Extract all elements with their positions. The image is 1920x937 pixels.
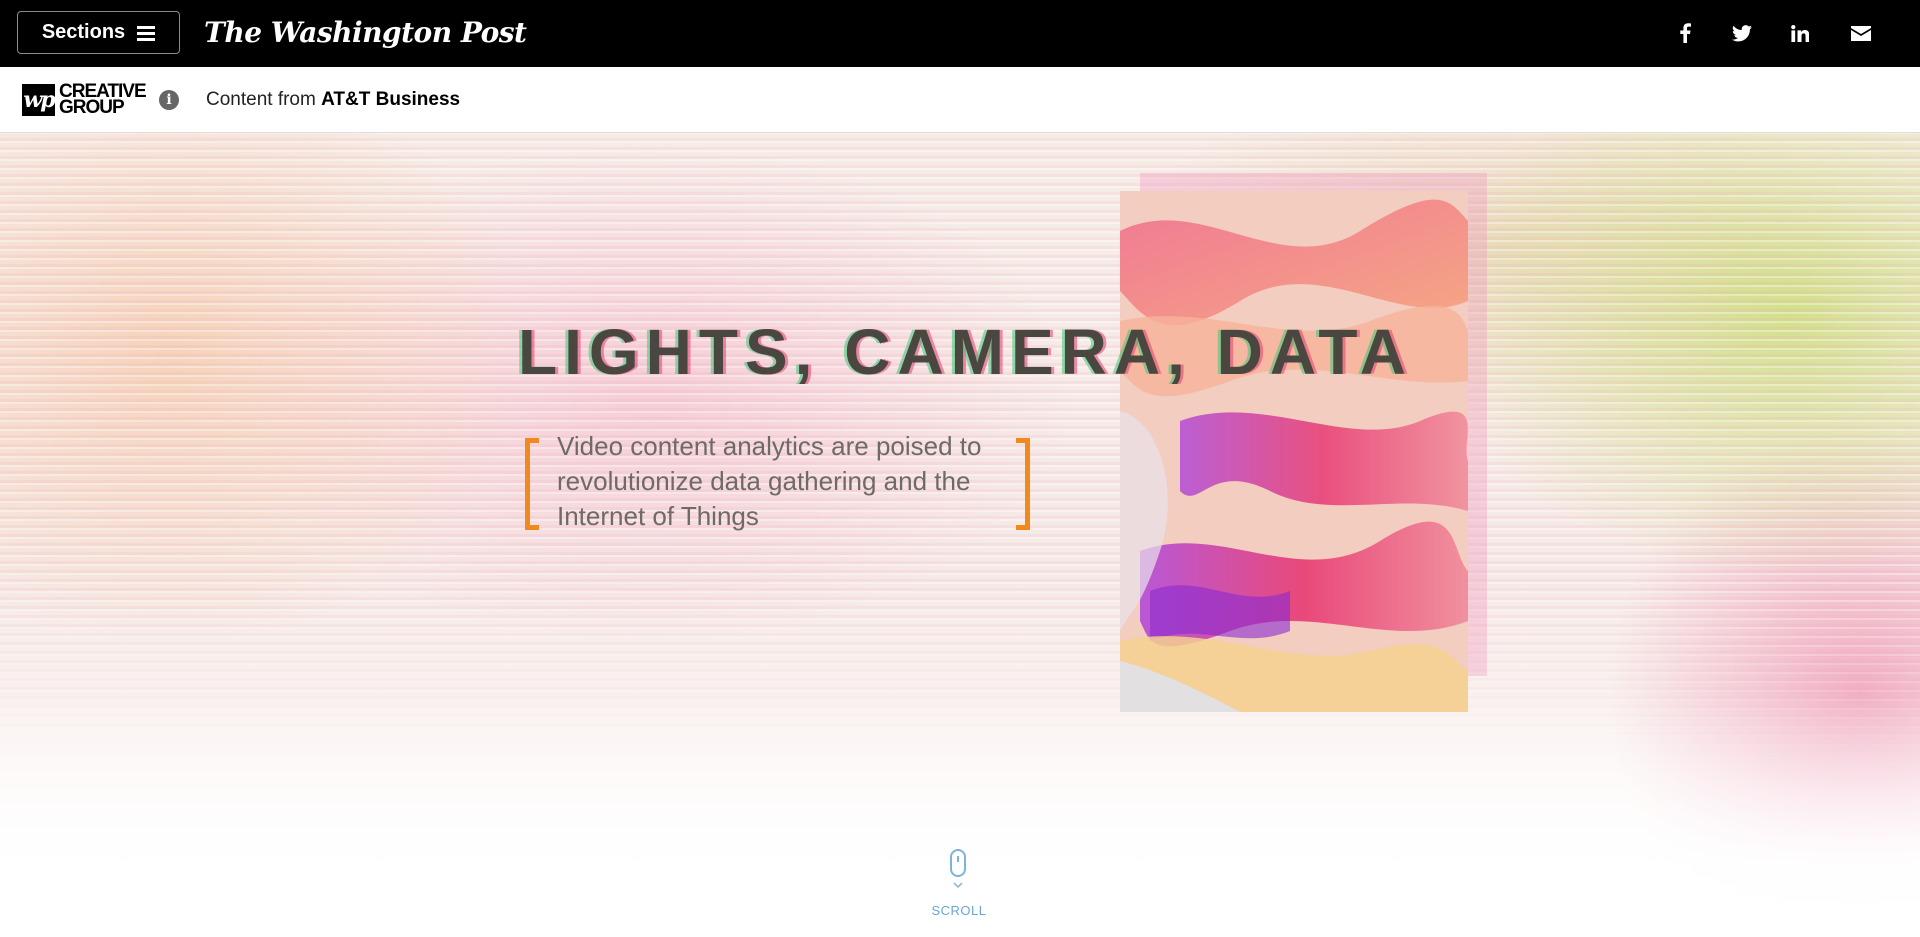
twitter-share-link[interactable] [1727, 18, 1757, 48]
hero-section: LIGHTS, CAMERA, DATA Video content analy… [0, 133, 1920, 937]
content-from-label: Content from [206, 89, 316, 110]
sponsor-name: AT&T Business [321, 89, 461, 110]
hamburger-icon [137, 25, 156, 41]
twitter-icon [1732, 24, 1752, 41]
creative-group-logo[interactable]: CREATIVE GROUP [59, 82, 151, 117]
hero-subtitle: Video content analytics are poised to re… [557, 431, 982, 531]
linkedin-share-link[interactable] [1785, 18, 1815, 48]
top-navigation-bar: Sections The Washington Post [0, 0, 1920, 67]
scroll-label[interactable]: SCROLL [900, 903, 1018, 918]
email-share-link[interactable] [1846, 18, 1876, 48]
info-icon[interactable]: i [159, 90, 179, 110]
background-fade [0, 693, 1920, 937]
scroll-mouse-icon[interactable] [950, 849, 966, 877]
sections-label: Sections [41, 21, 126, 43]
hero-artwork [1120, 191, 1468, 712]
facebook-icon [1680, 23, 1691, 43]
email-icon [1851, 25, 1871, 41]
sponsor-credit: Content from AT&T Business [206, 89, 460, 111]
right-bracket-decoration [1016, 438, 1030, 530]
sections-menu-button[interactable]: Sections [17, 11, 180, 54]
washington-post-logo[interactable]: The Washington Post [204, 13, 527, 53]
wp-logo-mark[interactable]: wp [22, 84, 56, 116]
hero-title: LIGHTS, CAMERA, DATA [518, 316, 1413, 388]
left-bracket-decoration [525, 438, 539, 530]
chevron-down-icon[interactable] [953, 880, 963, 890]
facebook-share-link[interactable] [1670, 18, 1700, 48]
linkedin-icon [1791, 24, 1809, 42]
